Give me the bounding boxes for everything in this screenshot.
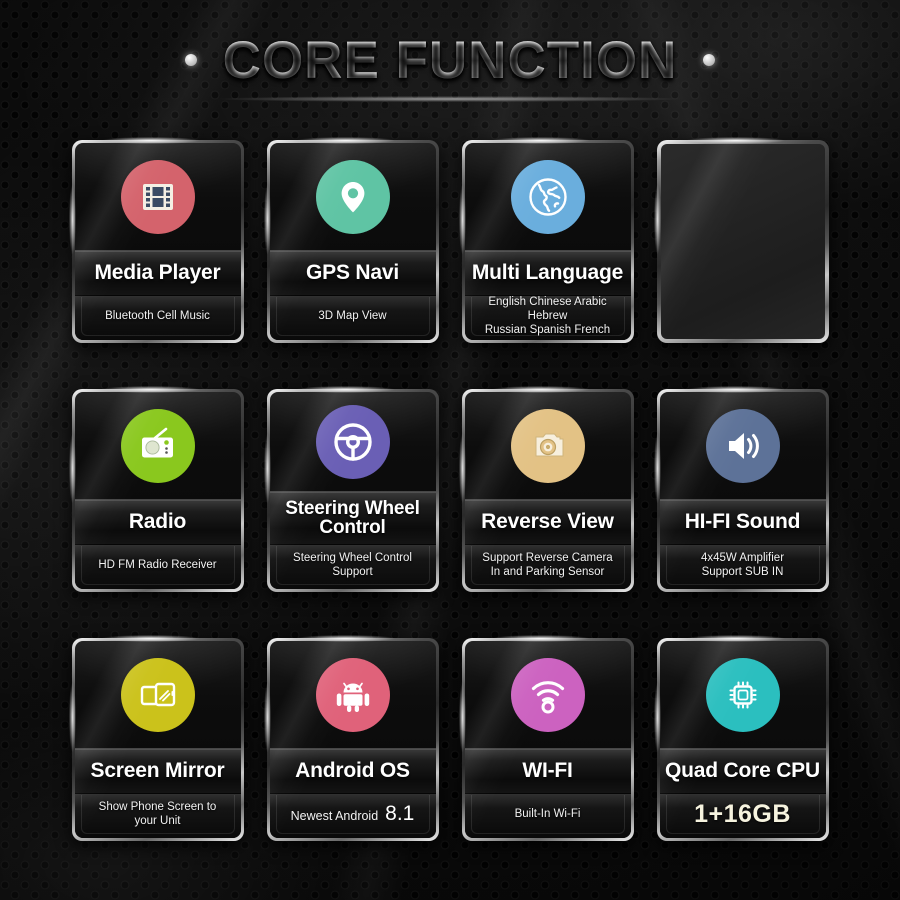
- card-subtitle: Show Phone Screen to your Unit: [98, 800, 217, 827]
- card-subtitle-band: Support Reverse Camera In and Parking Se…: [464, 545, 631, 589]
- feature-card-reverse-view[interactable]: Reverse View Support Reverse Camera In a…: [458, 386, 634, 592]
- icon-area: [465, 641, 631, 748]
- card-subtitle-band: Steering Wheel Control Support: [269, 545, 436, 589]
- blank-card-surface: [660, 144, 825, 339]
- feature-card-blank-slot[interactable]: [653, 137, 829, 343]
- card-subtitle-band: English Chinese Arabic Hebrew Russian Sp…: [464, 295, 631, 340]
- cpu-chip-icon: [705, 657, 780, 732]
- speaker-icon: [705, 408, 780, 483]
- card-title-band: Multi Language: [464, 250, 631, 296]
- card-title-band: HI-FI Sound: [659, 499, 826, 545]
- location-pin-icon: [315, 159, 390, 234]
- card-title: Screen Mirror: [90, 759, 225, 783]
- card-subtitle: 3D Map View: [318, 309, 387, 322]
- feature-card-hi-fi-sound[interactable]: HI-FI Sound 4x45W Amplifier Support SUB …: [653, 386, 829, 592]
- card-subtitle: English Chinese Arabic Hebrew Russian Sp…: [484, 295, 611, 337]
- card-title-band: Steering Wheel Control: [269, 491, 436, 545]
- feature-card-quad-core-cpu[interactable]: Quad Core CPU 1+16GB: [653, 635, 829, 841]
- card-subtitle: 4x45W Amplifier Support SUB IN: [700, 551, 785, 578]
- card-subtitle-text: Newest Android: [290, 809, 379, 823]
- card-subtitle: Newest Android 8.1: [291, 802, 415, 826]
- camera-icon: [510, 408, 585, 483]
- card-subtitle: Support Reverse Camera In and Parking Se…: [482, 551, 613, 578]
- title-glow-decoration: [220, 96, 680, 102]
- card-subtitle: HD FM Radio Receiver: [98, 558, 217, 571]
- card-title: Radio: [128, 510, 187, 534]
- card-title: WI-FI: [522, 759, 573, 783]
- feature-card-radio[interactable]: Radio HD FM Radio Receiver: [68, 386, 244, 592]
- card-subtitle: 1+16GB: [694, 799, 791, 828]
- card-subtitle-band: Bluetooth Cell Music: [74, 296, 241, 340]
- card-title: Quad Core CPU: [665, 759, 820, 783]
- card-subtitle-band: HD FM Radio Receiver: [74, 545, 241, 589]
- icon-area: [75, 143, 241, 250]
- card-title: Multi Language: [471, 261, 624, 285]
- feature-card-media-player[interactable]: Media Player Bluetooth Cell Music: [68, 137, 244, 343]
- card-title-band: Android OS: [269, 748, 436, 794]
- card-title-band: Reverse View: [464, 499, 631, 545]
- feature-card-wi-fi[interactable]: WI-FI Built-In Wi-Fi: [458, 635, 634, 841]
- card-subtitle-version: 8.1: [385, 802, 415, 825]
- feature-card-screen-mirror[interactable]: Screen Mirror Show Phone Screen to your …: [68, 635, 244, 841]
- card-subtitle-band: Built-In Wi-Fi: [464, 794, 631, 838]
- page-title: CORE FUNCTION: [222, 30, 678, 90]
- radio-icon: [120, 408, 195, 483]
- steering-wheel-icon: [315, 404, 390, 479]
- film-strip-icon: [120, 159, 195, 234]
- icon-area: [465, 392, 631, 499]
- card-title: HI-FI Sound: [684, 510, 801, 534]
- card-subtitle-band: Newest Android 8.1: [269, 794, 436, 838]
- card-title-band: GPS Navi: [269, 250, 436, 296]
- feature-card-multi-language[interactable]: Multi Language English Chinese Arabic He…: [458, 137, 634, 343]
- icon-area: [75, 392, 241, 499]
- card-title: GPS Navi: [306, 261, 399, 285]
- icon-area: [660, 392, 826, 499]
- icon-area: [270, 143, 436, 250]
- icon-area: [75, 641, 241, 748]
- android-robot-icon: [315, 657, 390, 732]
- feature-card-android-os[interactable]: Android OS Newest Android 8.1: [263, 635, 439, 841]
- card-title: Reverse View: [481, 510, 614, 534]
- card-title-band: Quad Core CPU: [659, 748, 826, 794]
- page-header: CORE FUNCTION: [0, 0, 900, 120]
- card-title-band: WI-FI: [464, 748, 631, 794]
- card-title: Steering Wheel Control: [285, 497, 420, 538]
- screen-mirror-icon: [120, 657, 195, 732]
- feature-card-steering-wheel-control[interactable]: Steering Wheel Control Steering Wheel Co…: [263, 386, 439, 592]
- icon-area: [270, 641, 436, 748]
- card-subtitle: Steering Wheel Control Support: [293, 551, 412, 578]
- dot-decoration-right-icon: [703, 54, 716, 66]
- feature-card-grid: Media Player Bluetooth Cell Music GPS Na…: [0, 120, 900, 841]
- feature-card-gps-navi[interactable]: GPS Navi 3D Map View: [263, 137, 439, 343]
- wifi-signal-icon: [510, 657, 585, 732]
- card-title-band: Screen Mirror: [74, 748, 241, 794]
- icon-area: [465, 143, 631, 250]
- card-title-band: Media Player: [74, 250, 241, 296]
- card-subtitle-band: Show Phone Screen to your Unit: [74, 794, 241, 838]
- card-title-band: Radio: [74, 499, 241, 545]
- icon-area: [270, 392, 436, 491]
- card-title: Android OS: [295, 759, 410, 783]
- card-subtitle: Built-In Wi-Fi: [514, 807, 581, 820]
- card-subtitle-band: 4x45W Amplifier Support SUB IN: [659, 545, 826, 589]
- globe-icon: [510, 159, 585, 234]
- dot-decoration-left-icon: [184, 54, 197, 66]
- card-subtitle-band: 3D Map View: [269, 296, 436, 340]
- card-subtitle-band: 1+16GB: [659, 794, 826, 838]
- card-subtitle: Bluetooth Cell Music: [105, 309, 210, 322]
- card-title: Media Player: [94, 261, 221, 285]
- core-function-page: CORE FUNCTION Media Player Bluetooth Cel…: [0, 0, 900, 900]
- icon-area: [660, 641, 826, 748]
